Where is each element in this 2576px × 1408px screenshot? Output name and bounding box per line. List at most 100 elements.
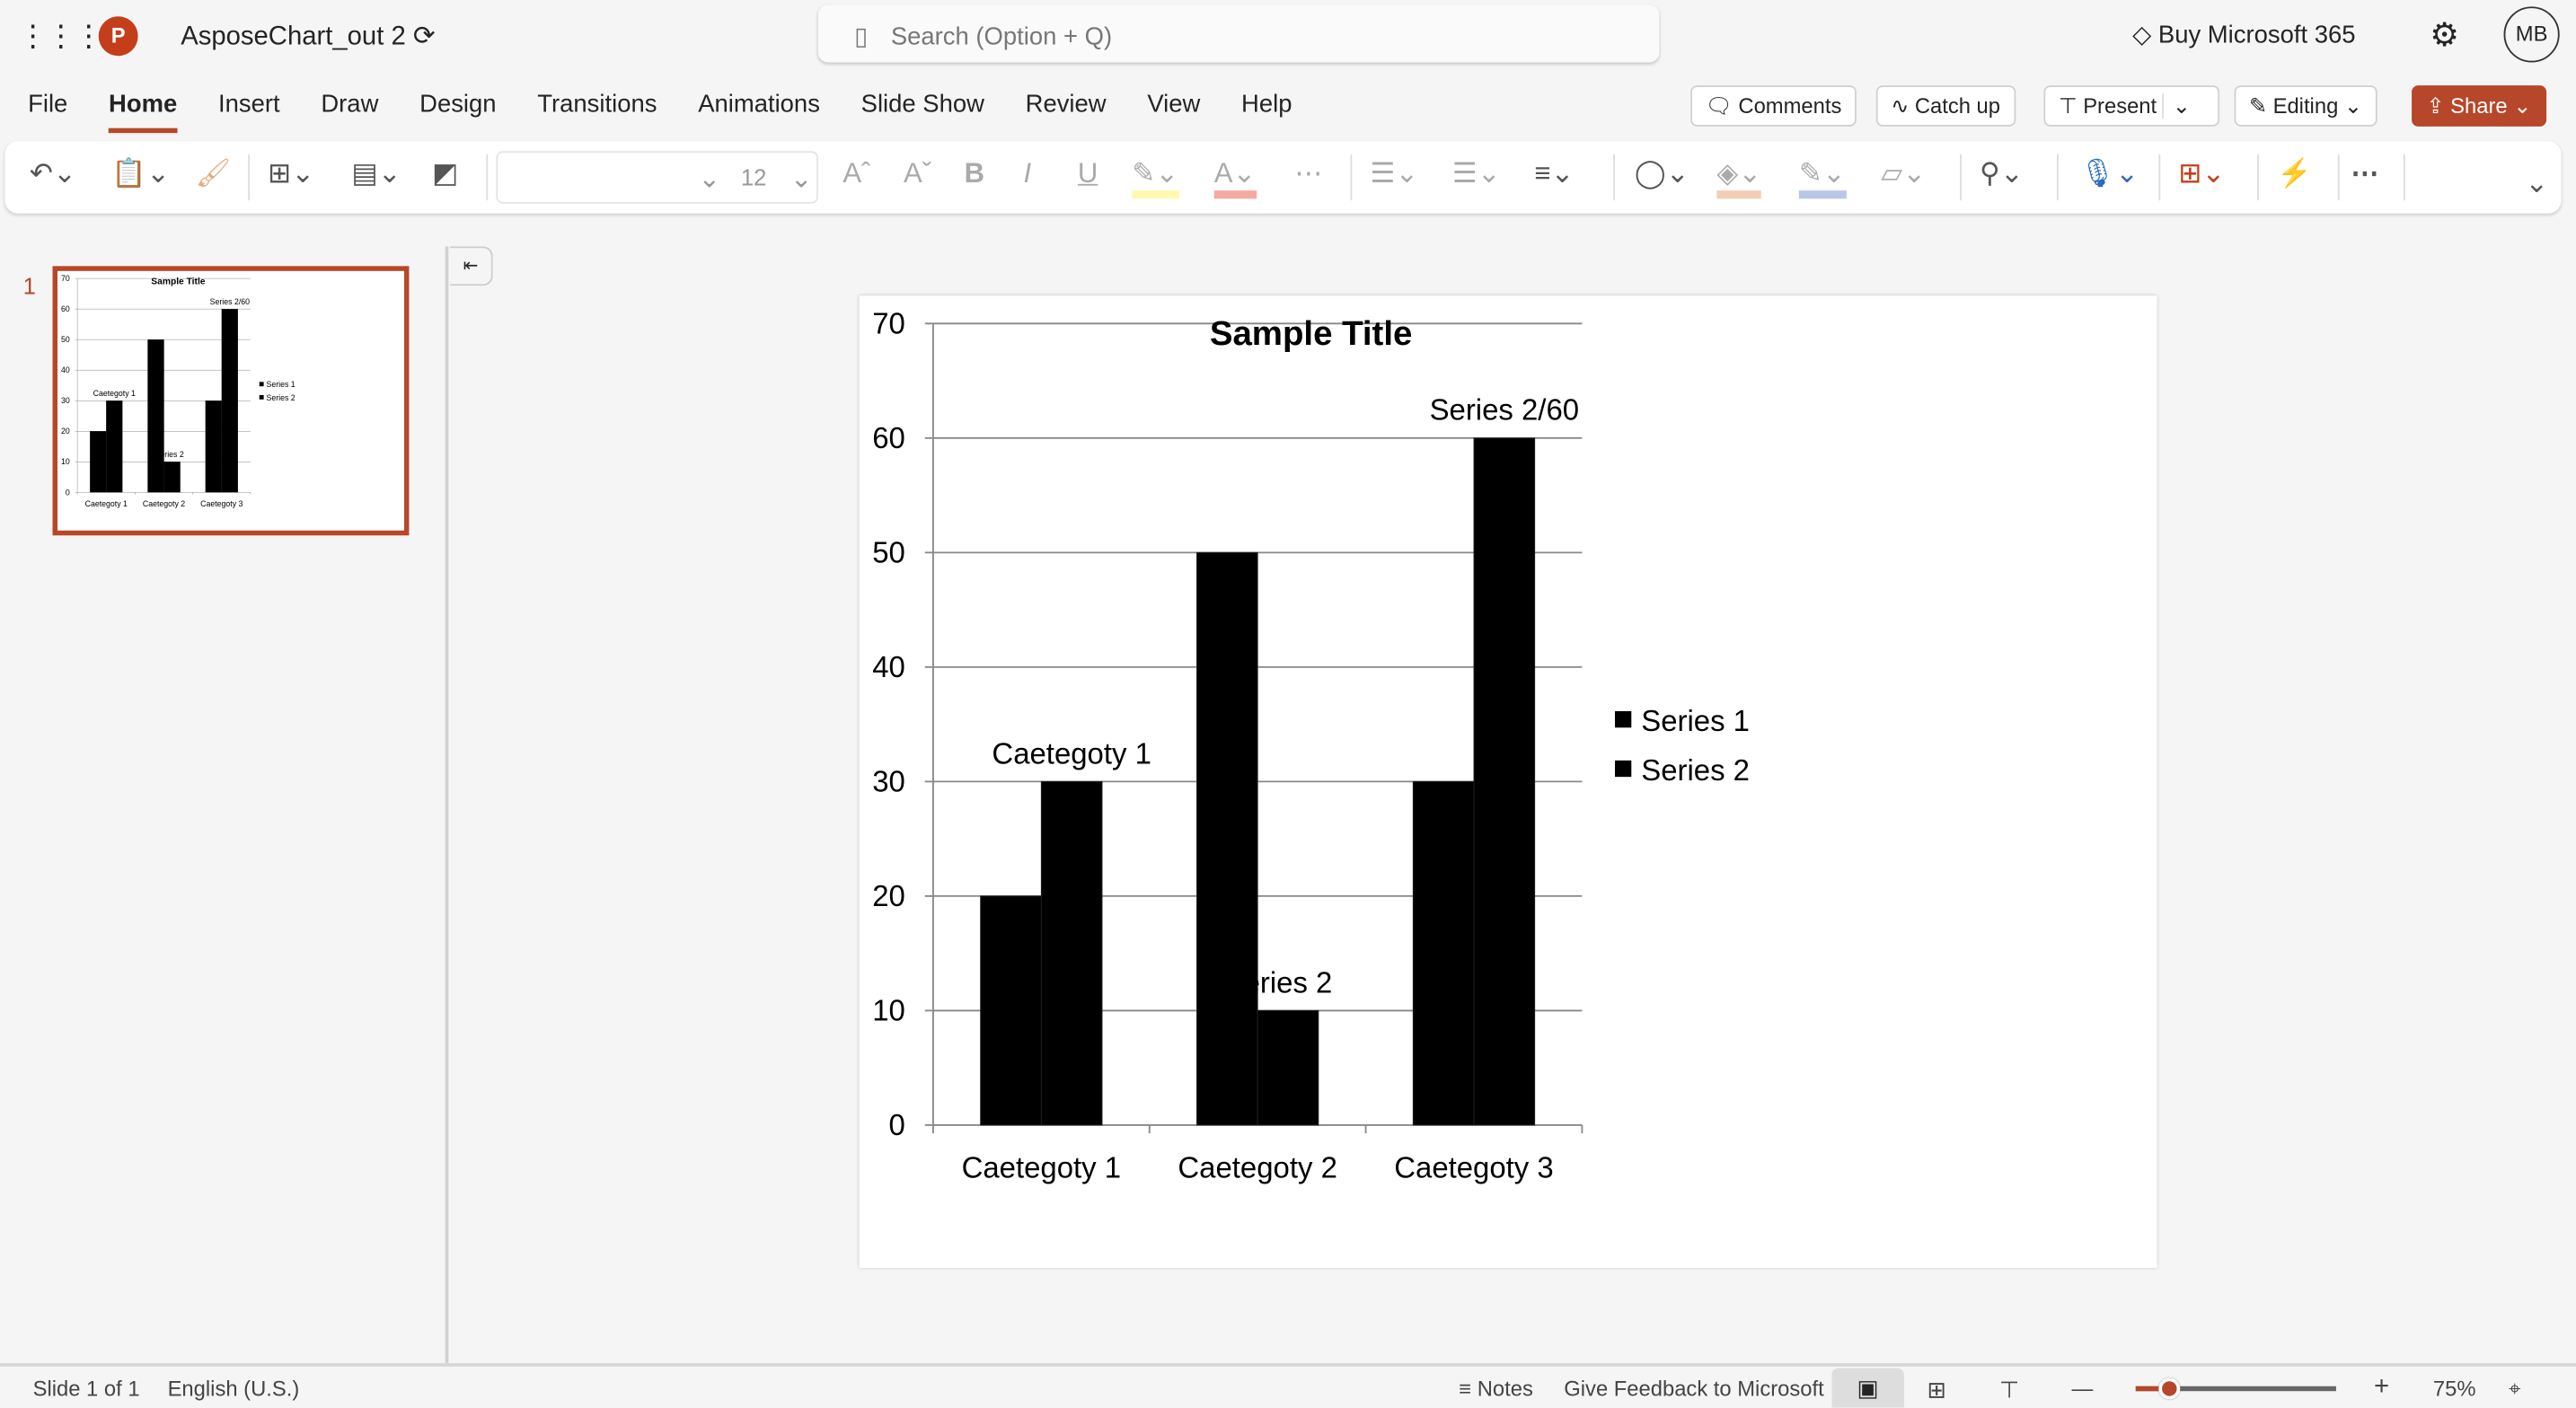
share-button[interactable]: ⇪ Share ⌄ bbox=[2412, 85, 2546, 127]
slide-canvas[interactable]: 0 10 20 30 40 50 60 70 Caetegoty 1 Caetegoty 2 Cae… bbox=[859, 295, 2157, 1269]
buy-microsoft-365-button[interactable]: ◇ Buy Microsoft 365 bbox=[2132, 20, 2355, 49]
divider bbox=[1960, 154, 1962, 201]
feedback-link[interactable]: Give Feedback to Microsoft bbox=[1564, 1377, 1823, 1401]
font-family-select[interactable]: ⌄ 12 ⌄ bbox=[496, 151, 818, 204]
font-color-icon[interactable]: A⌄ bbox=[1213, 158, 1257, 199]
present-icon: ⊤ bbox=[2058, 93, 2078, 119]
data-label: Caetegoty 1 bbox=[992, 736, 1151, 770]
tab-draw[interactable]: Draw bbox=[321, 91, 378, 134]
paste-icon[interactable]: 📋⌄ bbox=[111, 158, 170, 191]
format-painter-icon[interactable]: 🖌 bbox=[196, 158, 231, 191]
tab-transitions[interactable]: Transitions bbox=[537, 91, 657, 134]
bar-series-2 bbox=[1473, 437, 1536, 1126]
divider bbox=[1350, 154, 1353, 201]
y-tick-label: 60 bbox=[872, 421, 905, 454]
tab-animations[interactable]: Animations bbox=[698, 91, 820, 134]
editing-label: Editing bbox=[2272, 93, 2339, 119]
font-size-value[interactable]: 12 bbox=[741, 164, 766, 190]
search-icon: ▯ bbox=[854, 22, 869, 51]
divider bbox=[486, 154, 489, 201]
bullets-icon[interactable]: ☰⌄ bbox=[1370, 158, 1418, 191]
comments-button[interactable]: 🗨 Comments bbox=[1690, 85, 1857, 127]
normal-view-icon[interactable]: ▣ bbox=[1831, 1368, 1904, 1408]
app-launcher-icon[interactable]: ⋮⋮⋮ bbox=[18, 20, 103, 54]
bar-series-2 bbox=[163, 462, 181, 493]
present-label: Present bbox=[2083, 93, 2157, 119]
present-button[interactable]: ⊤ Present ⌄ bbox=[2043, 85, 2220, 127]
saved-status-icon[interactable]: ⟳ bbox=[413, 23, 436, 51]
decrease-font-icon[interactable]: Aˇ bbox=[904, 158, 931, 191]
numbering-icon[interactable]: ☰⌄ bbox=[1452, 158, 1501, 191]
legend-swatch bbox=[1614, 760, 1632, 778]
slide-thumbnail-1[interactable]: 0 10 20 30 40 50 60 70 Caetegoty 1 Caetegoty 2 Cae… bbox=[52, 266, 410, 536]
more-font-options-icon[interactable]: ⋯ bbox=[1294, 158, 1322, 191]
increase-font-icon[interactable]: Aˆ bbox=[842, 158, 870, 191]
legend-label: Series 1 bbox=[267, 380, 296, 389]
collapse-pane-icon[interactable]: ⇤ bbox=[450, 246, 493, 286]
zoom-level[interactable]: 75% bbox=[2433, 1377, 2476, 1401]
tab-slide-show[interactable]: Slide Show bbox=[861, 91, 984, 134]
zoom-slider[interactable] bbox=[2135, 1377, 2336, 1400]
avatar[interactable]: MB bbox=[2503, 6, 2560, 63]
shape-effects-icon[interactable]: ▱⌄ bbox=[1881, 158, 1926, 191]
align-icon[interactable]: ≡⌄ bbox=[1534, 158, 1574, 191]
undo-icon[interactable]: ↶⌄ bbox=[30, 158, 76, 191]
y-tick-label: 30 bbox=[61, 396, 70, 405]
settings-gear-icon[interactable]: ⚙ bbox=[2430, 14, 2459, 56]
designer-icon[interactable]: ⚡ bbox=[2277, 158, 2312, 191]
chart[interactable]: 0 10 20 30 40 50 60 70 Caetegoty 1 Caetegoty 2 Cae… bbox=[860, 295, 2157, 1268]
dictate-microphone-icon[interactable]: 🎙⌄ bbox=[2080, 158, 2139, 191]
y-tick-label: 70 bbox=[872, 306, 905, 339]
divider bbox=[2257, 154, 2259, 201]
expand-ribbon-chevron-icon[interactable]: ⌄ bbox=[2525, 168, 2548, 201]
tab-review[interactable]: Review bbox=[1026, 91, 1107, 134]
tab-design[interactable]: Design bbox=[419, 91, 496, 134]
add-ins-icon[interactable]: ⊞⌄ bbox=[2178, 158, 2225, 191]
tab-home[interactable]: Home bbox=[109, 91, 178, 134]
y-tick-label: 50 bbox=[61, 335, 70, 344]
pencil-icon: ✎ bbox=[2249, 93, 2267, 119]
slide-sorter-icon[interactable]: ⊞ bbox=[1928, 1377, 1946, 1404]
bar-series-2 bbox=[1257, 1009, 1319, 1126]
zoom-out-icon[interactable]: — bbox=[2071, 1377, 2093, 1401]
y-tick-label: 0 bbox=[889, 1108, 905, 1141]
search-input[interactable]: ▯ Search (Option + Q) bbox=[817, 4, 1660, 63]
language-status[interactable]: English (U.S.) bbox=[168, 1377, 300, 1401]
legend-label: Series 2 bbox=[267, 393, 296, 402]
chart-title: Sample Title bbox=[1210, 314, 1413, 353]
panel-divider[interactable] bbox=[445, 246, 449, 1364]
new-slide-icon[interactable]: ⊞⌄ bbox=[268, 158, 314, 191]
italic-icon[interactable]: I bbox=[1024, 158, 1032, 191]
bar-series-1 bbox=[1196, 551, 1258, 1126]
document-title[interactable]: AsposeChart_out 2 ⟳ bbox=[181, 20, 435, 53]
zoom-in-icon[interactable]: + bbox=[2374, 1373, 2389, 1403]
shapes-icon[interactable]: ◯⌄ bbox=[1635, 158, 1689, 191]
notes-button[interactable]: ≡ Notes bbox=[1459, 1377, 1533, 1401]
chevron-down-icon: ⌄ bbox=[790, 165, 813, 194]
fit-to-window-icon[interactable]: ⌖ bbox=[2509, 1377, 2520, 1403]
shape-fill-icon[interactable]: ◈⌄ bbox=[1716, 158, 1762, 199]
more-options-icon[interactable]: ⋯ bbox=[2351, 158, 2378, 191]
legend-label: Series 2 bbox=[1641, 753, 1750, 787]
find-icon[interactable]: ⚲⌄ bbox=[1980, 158, 2024, 191]
chevron-down-icon: ⌄ bbox=[698, 165, 720, 194]
search-placeholder: Search (Option + Q) bbox=[890, 22, 1113, 51]
reading-view-icon[interactable]: ⊤ bbox=[1999, 1377, 2019, 1404]
tab-view[interactable]: View bbox=[1147, 91, 1200, 134]
highlight-icon[interactable]: ✎⌄ bbox=[1132, 158, 1179, 199]
tab-file[interactable]: File bbox=[28, 91, 67, 134]
catch-up-button[interactable]: ∿ Catch up bbox=[1875, 85, 2016, 127]
tab-help[interactable]: Help bbox=[1241, 91, 1292, 134]
shape-outline-icon[interactable]: ✎⌄ bbox=[1798, 158, 1846, 199]
editing-mode-button[interactable]: ✎ Editing ⌄ bbox=[2234, 85, 2378, 127]
notes-label: Notes bbox=[1477, 1376, 1533, 1402]
underline-icon[interactable]: U bbox=[1078, 158, 1098, 191]
bold-icon[interactable]: B bbox=[965, 158, 984, 191]
layout-icon[interactable]: ▤⌄ bbox=[351, 158, 401, 191]
tab-insert[interactable]: Insert bbox=[218, 91, 280, 134]
data-label: eries 2 bbox=[160, 450, 183, 459]
background-icon[interactable]: ◩ bbox=[432, 158, 458, 191]
document-title-text: AsposeChart_out 2 bbox=[181, 22, 406, 51]
buy-label: Buy Microsoft 365 bbox=[2157, 21, 2356, 49]
present-dropdown-chevron-icon[interactable]: ⌄ bbox=[2162, 93, 2191, 119]
